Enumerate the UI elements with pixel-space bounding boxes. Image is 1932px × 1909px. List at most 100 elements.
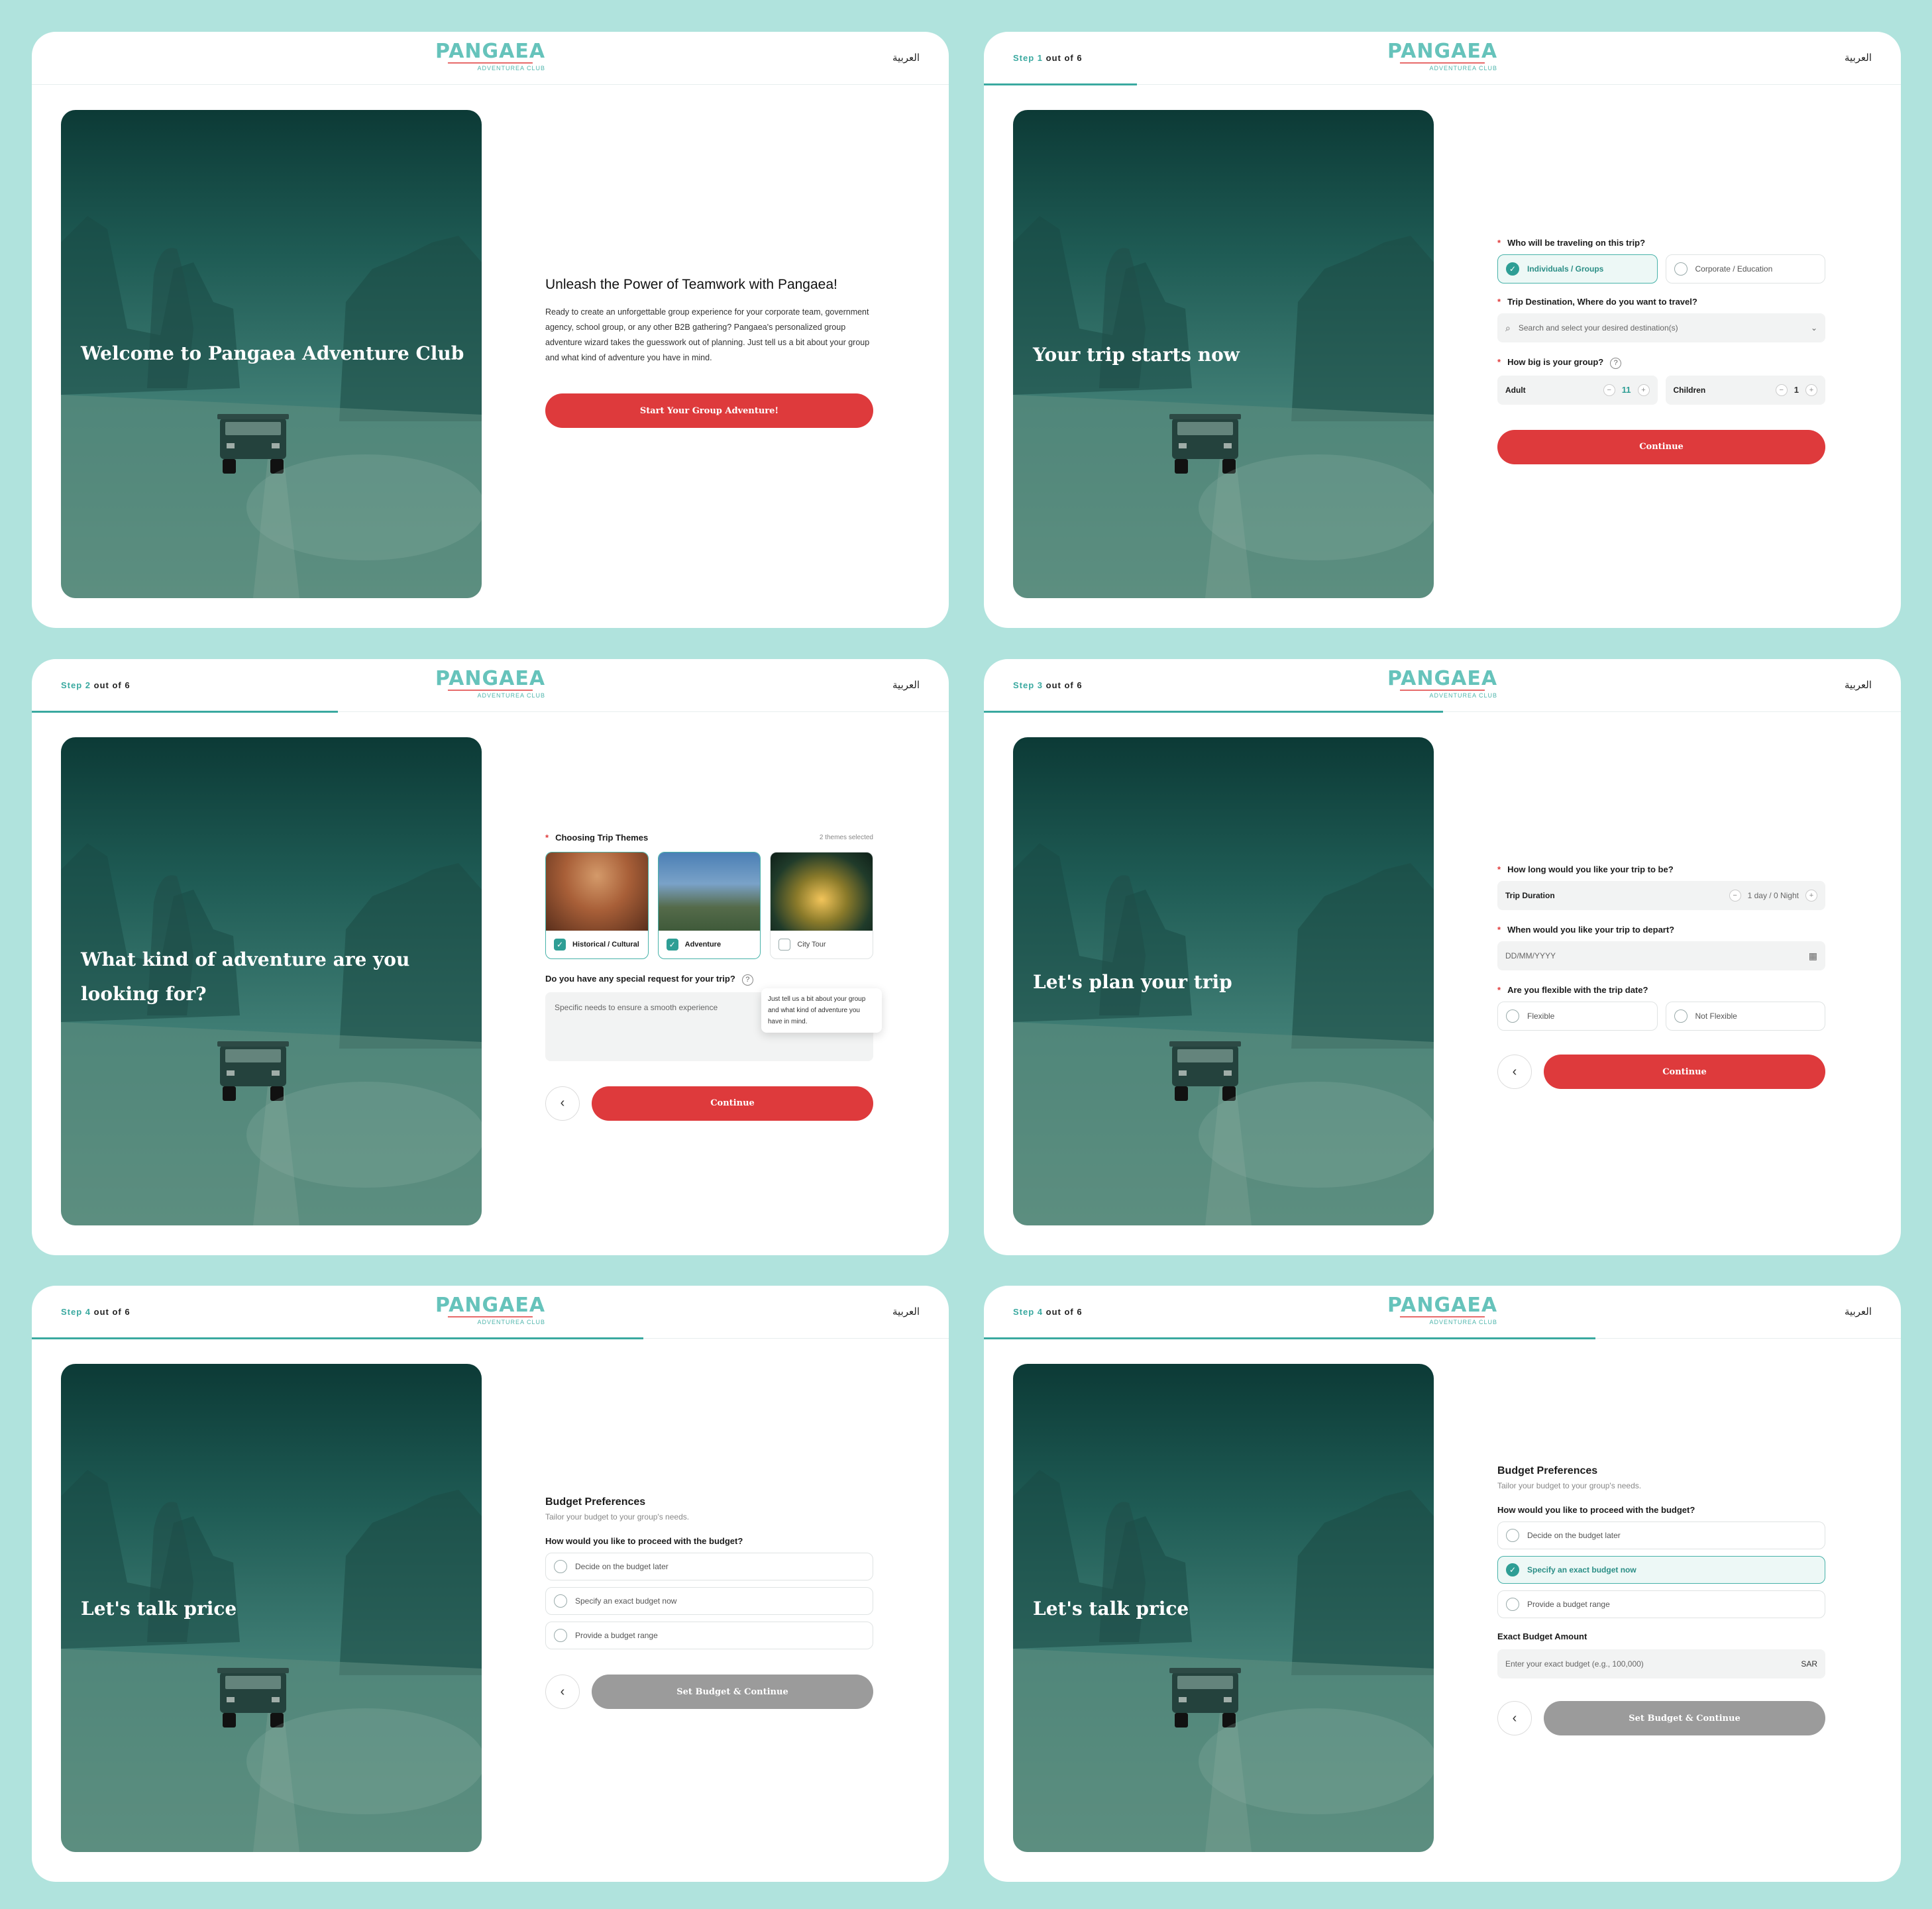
header: Step 2 out of 6 PANGAEA ADVENTUREA CLUB … — [32, 659, 949, 713]
pangaea-logo[interactable]: PANGAEA ADVENTUREA CLUB — [435, 1294, 546, 1326]
logo-subtitle: ADVENTUREA CLUB — [1429, 65, 1498, 72]
depart-date-input[interactable]: DD/MM/YYYY ▦ — [1497, 941, 1825, 970]
step3-form: * How long would you like your trip to be… — [1497, 864, 1825, 1089]
theme-label: ✓ Adventure — [659, 931, 761, 958]
set-budget-button[interactable]: Set Budget & Continue — [1544, 1701, 1825, 1735]
header: Step 4 out of 6 PANGAEA ADVENTUREA CLUB … — [984, 1286, 1901, 1339]
chevron-left-icon: ‹ — [1512, 1710, 1517, 1726]
logo-wordmark: PANGAEA — [435, 1294, 546, 1317]
hero-title: Welcome to Pangaea Adventure Club — [81, 342, 464, 364]
depart-question: * When would you like your trip to depart… — [1497, 925, 1675, 935]
chevron-down-icon: ⌄ — [1810, 323, 1817, 333]
pangaea-logo[interactable]: PANGAEA ADVENTUREA CLUB — [1387, 668, 1497, 699]
chevron-left-icon: ‹ — [560, 1684, 565, 1699]
back-button[interactable]: ‹ — [1497, 1701, 1532, 1735]
welcome-heading: Unleash the Power of Teamwork with Panga… — [545, 277, 837, 292]
option-individuals-groups[interactable]: ✓ Individuals / Groups — [1497, 254, 1658, 284]
check-icon: ✓ — [666, 939, 678, 951]
duration-value: 1 day / 0 Night — [1747, 891, 1799, 900]
option-flexible[interactable]: Flexible — [1497, 1002, 1658, 1031]
option-budget-range[interactable]: Provide a budget range — [1497, 1590, 1825, 1618]
help-icon[interactable]: ? — [1610, 357, 1622, 369]
theme-label: ✓ Historical / Cultural — [546, 931, 648, 958]
calendar-icon[interactable]: ▦ — [1809, 951, 1817, 962]
increase-children-button[interactable]: + — [1805, 384, 1817, 396]
adult-count: 11 — [1621, 385, 1631, 395]
theme-card-city-tour[interactable]: City Tour — [770, 852, 874, 959]
decrease-duration-button[interactable]: − — [1729, 890, 1741, 902]
option-budget-range[interactable]: Provide a budget range — [545, 1622, 873, 1649]
step1-screen: Step 1 out of 6 PANGAEA ADVENTUREA CLUB … — [984, 32, 1901, 628]
check-icon: ✓ — [1506, 1563, 1519, 1576]
option-not-flexible[interactable]: Not Flexible — [1665, 1002, 1825, 1031]
children-count: 1 — [1794, 385, 1799, 395]
welcome-body: Ready to create an unforgettable group e… — [545, 307, 870, 362]
pangaea-logo[interactable]: PANGAEA ADVENTUREA CLUB — [1387, 41, 1497, 72]
continue-button[interactable]: Continue — [1544, 1055, 1825, 1089]
option-corporate-education[interactable]: Corporate / Education — [1665, 254, 1825, 284]
hero-image: Your trip starts now — [1013, 110, 1434, 598]
step-indicator: Step 4 out of 6 — [61, 1307, 131, 1317]
back-button[interactable]: ‹ — [545, 1086, 580, 1121]
option-exact-budget[interactable]: ✓ Specify an exact budget now — [1497, 1556, 1825, 1584]
option-decide-later[interactable]: Decide on the budget later — [1497, 1522, 1825, 1549]
option-decide-later[interactable]: Decide on the budget later — [545, 1553, 873, 1580]
destination-select[interactable]: ⌕ Search and select your desired destina… — [1497, 313, 1825, 342]
set-budget-button[interactable]: Set Budget & Continue — [592, 1675, 873, 1709]
radio-icon — [1506, 1598, 1519, 1611]
increase-duration-button[interactable]: + — [1805, 890, 1817, 902]
header: Step 3 out of 6 PANGAEA ADVENTUREA CLUB … — [984, 659, 1901, 713]
pangaea-logo[interactable]: PANGAEA ADVENTUREA CLUB — [435, 41, 545, 72]
radio-icon — [1674, 262, 1688, 276]
destination-question: * Trip Destination, Where do you want to … — [1497, 297, 1697, 307]
travelers-question: * Who will be traveling on this trip? — [1497, 238, 1646, 248]
step4-budget-screen: Step 4 out of 6 PANGAEA ADVENTUREA CLUB … — [32, 1286, 949, 1882]
theme-card-adventure[interactable]: ✓ Adventure — [657, 852, 761, 959]
hero-title: Let's plan your trip — [1033, 971, 1232, 993]
hero-image: What kind of adventure are you looking f… — [61, 737, 482, 1225]
increase-adult-button[interactable]: + — [1637, 384, 1650, 396]
help-tooltip: Just tell us a bit about your group and … — [761, 988, 882, 1033]
start-adventure-button[interactable]: Start Your Group Adventure! — [545, 393, 873, 428]
language-toggle[interactable]: العربية — [1845, 52, 1872, 64]
back-button[interactable]: ‹ — [545, 1675, 580, 1709]
budget-form: Budget Preferences Tailor your budget to… — [1497, 1465, 1825, 1735]
header: Step 4 out of 6 PANGAEA ADVENTUREA CLUB … — [32, 1286, 949, 1339]
hero-title: What kind of adventure are you looking f… — [81, 949, 410, 1005]
pangaea-logo[interactable]: PANGAEA ADVENTUREA CLUB — [435, 668, 545, 699]
language-toggle[interactable]: العربية — [1845, 1306, 1872, 1317]
theme-label: City Tour — [771, 931, 873, 958]
special-request-question: Do you have any special request for your… — [545, 974, 873, 986]
language-toggle[interactable]: العربية — [892, 1306, 920, 1317]
logo-subtitle: ADVENTUREA CLUB — [1429, 1319, 1498, 1325]
themes-selected-count: 2 themes selected — [819, 834, 873, 841]
radio-icon — [1506, 1529, 1519, 1542]
theme-card-historical[interactable]: ✓ Historical / Cultural — [545, 852, 649, 959]
welcome-content: Unleash the Power of Teamwork with Panga… — [545, 277, 873, 428]
option-exact-budget[interactable]: Specify an exact budget now — [545, 1587, 873, 1615]
adult-counter: Adult −11 + — [1497, 375, 1658, 405]
hero-title: Let's talk price — [1033, 1598, 1189, 1620]
hero-image: Let's talk price — [1013, 1364, 1434, 1852]
budget-heading: Budget Preferences — [1497, 1465, 1598, 1476]
exact-budget-input[interactable]: Enter your exact budget (e.g., 100,000) … — [1497, 1649, 1825, 1678]
step-indicator: Step 3 out of 6 — [1013, 680, 1083, 690]
help-icon[interactable]: ? — [741, 974, 753, 986]
continue-button[interactable]: Continue — [1497, 429, 1825, 464]
pangaea-logo[interactable]: PANGAEA ADVENTUREA CLUB — [1387, 1295, 1498, 1326]
language-toggle[interactable]: العربية — [892, 679, 920, 691]
language-toggle[interactable]: العربية — [892, 52, 920, 64]
chevron-left-icon: ‹ — [1512, 1064, 1517, 1079]
decrease-children-button[interactable]: − — [1775, 384, 1788, 396]
language-toggle[interactable]: العربية — [1845, 679, 1872, 691]
continue-button[interactable]: Continue — [592, 1086, 873, 1121]
welcome-screen: PANGAEA ADVENTUREA CLUB العربية Welcome … — [32, 32, 949, 628]
city-tour-photo — [771, 852, 873, 931]
step2-screen: Step 2 out of 6 PANGAEA ADVENTUREA CLUB … — [32, 659, 949, 1255]
back-button[interactable]: ‹ — [1497, 1055, 1532, 1089]
trip-duration-stepper: Trip Duration −1 day / 0 Night + — [1497, 881, 1825, 910]
logo-subtitle: ADVENTUREA CLUB — [477, 692, 546, 699]
logo-wordmark: PANGAEA — [435, 40, 546, 63]
progress-bar — [32, 711, 338, 713]
decrease-adult-button[interactable]: − — [1603, 384, 1615, 396]
